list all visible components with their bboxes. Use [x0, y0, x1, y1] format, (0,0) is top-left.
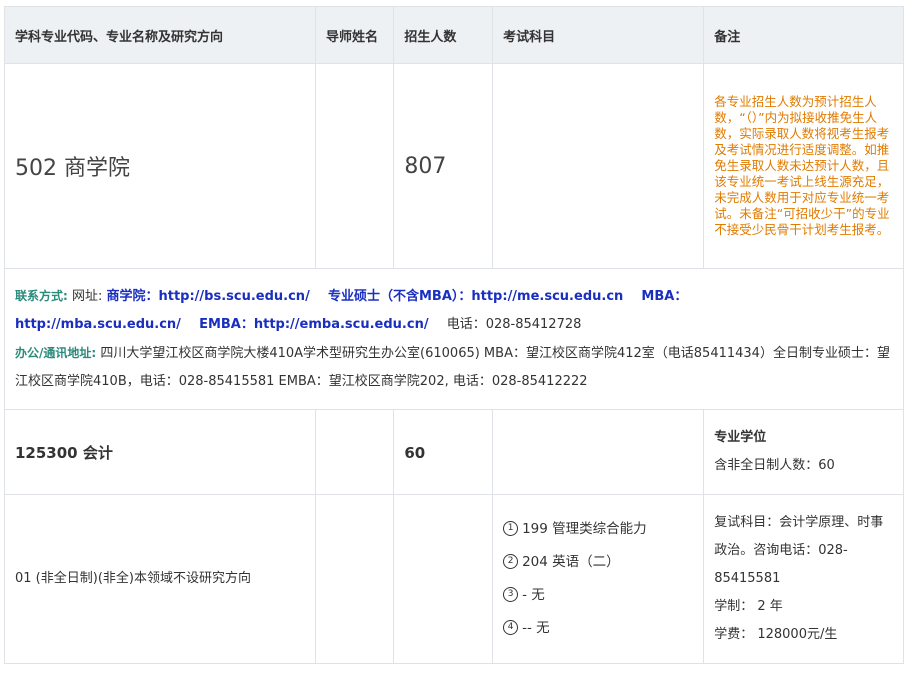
tuition: 学费： 128000元/生 [714, 627, 838, 642]
direction-quota [393, 494, 494, 664]
major-quota: 60 [404, 443, 426, 462]
major-advisor [315, 409, 395, 495]
exam-subjects: 1 199 管理类综合能力 2 204 英语（二） 3- 无 4 -- 无 [492, 494, 705, 664]
link-business-school[interactable]: 商学院：http://bs.scu.edu.cn/ [106, 289, 309, 304]
college-advisor [315, 63, 395, 269]
number-circle-icon: 1 [503, 520, 519, 536]
direction-row: 01 (非全日制)(非全)本领域不设研究方向 1 199 管理类综合能力 2 204… [3, 494, 904, 664]
number-circle-icon: 4 [503, 619, 519, 635]
exam-subject-text: 204 英语（二） [522, 554, 620, 570]
link-mba[interactable]: http://mba.scu.edu.cn/ [15, 317, 181, 332]
header-notes: 备注 [703, 6, 904, 64]
link-emba[interactable]: EMBA：http://emba.scu.edu.cn/ [199, 317, 429, 332]
exam-subject-text: -- 无 [522, 620, 550, 636]
header-subjects: 考试科目 [492, 6, 705, 64]
major-name: 125300 会计 [15, 443, 113, 462]
major-row: 125300 会计 60 专业学位 含非全日制人数：60 [3, 409, 904, 495]
website-label: 网址: [71, 289, 103, 304]
exam-subject-item: 4 -- 无 [503, 612, 693, 645]
college-subjects [492, 63, 705, 269]
college-name: 502 商学院 [15, 156, 130, 181]
contact-address: 四川大学望江校区商学院大楼410A学术型研究生办公室(610065) MBA：望… [15, 346, 890, 389]
contact-info: 联系方式: 网址: 商学院：http://bs.scu.edu.cn/ 专业硕士… [15, 282, 893, 396]
contact-row: 联系方式: 网址: 商学院：http://bs.scu.edu.cn/ 专业硕士… [4, 268, 904, 410]
direction-advisor [315, 494, 395, 664]
parttime-count: 含非全日制人数：60 [714, 458, 835, 473]
major-subjects [492, 409, 705, 495]
contact-label: 联系方式: [15, 289, 68, 303]
college-quota: 807 [404, 153, 447, 179]
header-row: 学科专业代码、专业名称及研究方向 导师姓名 招生人数 考试科目 备注 [3, 6, 904, 64]
exam-subject-text: 199 管理类综合能力 [522, 521, 647, 537]
exam-subject-text: - 无 [522, 587, 545, 603]
link-mba-label[interactable]: MBA： [641, 289, 687, 304]
retest-info: 复试科目：会计学原理、时事政治。咨询电话：028-85415581 [714, 515, 884, 586]
exam-subject-item: 3- 无 [503, 579, 693, 612]
admissions-table: 学科专业代码、专业名称及研究方向 导师姓名 招生人数 考试科目 备注 502 商… [3, 6, 904, 664]
college-row: 502 商学院 807 各专业招生人数为预计招生人数，“（）”内为拟接收推免生人… [3, 63, 904, 269]
study-duration: 学制： 2 年 [714, 599, 783, 614]
address-label: 办公/通讯地址: [15, 346, 97, 360]
college-note: 各专业招生人数为预计招生人数，“（）”内为拟接收推免生人数，实际录取人数将视考生… [703, 63, 904, 269]
exam-subject-item: 2 204 英语（二） [503, 546, 693, 579]
number-circle-icon: 2 [503, 553, 519, 569]
header-advisor: 导师姓名 [315, 6, 395, 64]
header-quota: 招生人数 [393, 6, 494, 64]
admissions-page: 学科专业代码、专业名称及研究方向 导师姓名 招生人数 考试科目 备注 502 商… [0, 0, 912, 675]
degree-type: 专业学位 [714, 430, 767, 445]
direction-name: 01 (非全日制)(非全)本领域不设研究方向 [15, 571, 251, 586]
contact-phone: 电话：028-85412728 [446, 317, 582, 332]
exam-subject-item: 1 199 管理类综合能力 [503, 513, 693, 546]
header-major: 学科专业代码、专业名称及研究方向 [3, 6, 317, 64]
link-professional-master[interactable]: 专业硕士（不含MBA）：http://me.scu.edu.cn [328, 289, 623, 304]
number-circle-icon: 3 [503, 586, 519, 602]
